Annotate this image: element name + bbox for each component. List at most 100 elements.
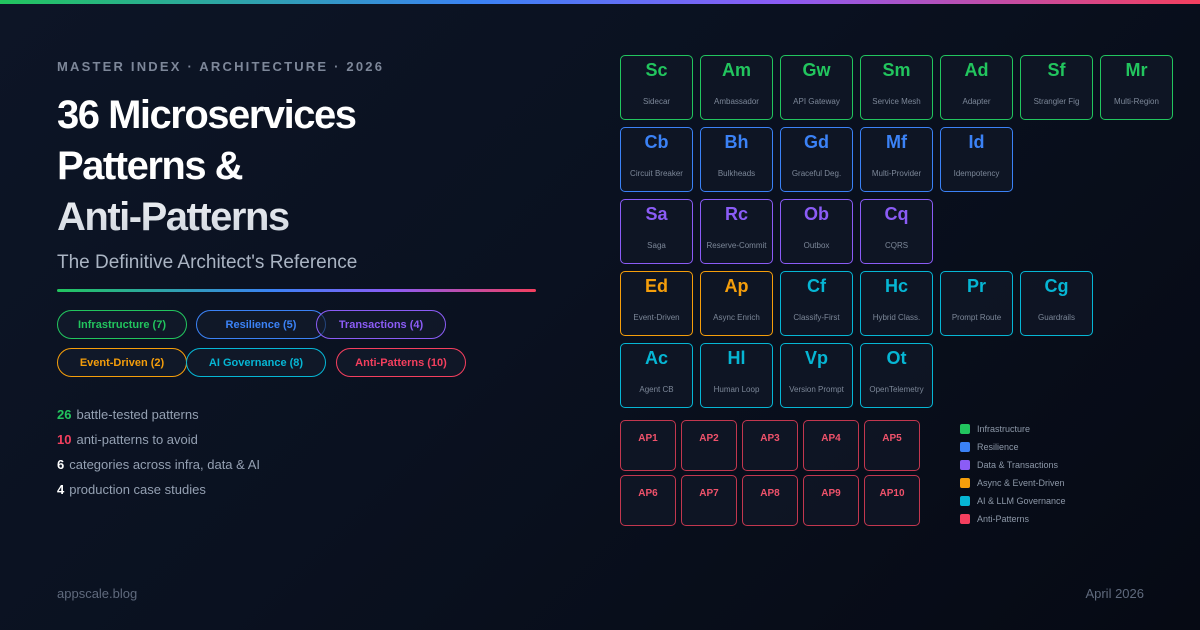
pattern-symbol: Vp (804, 348, 828, 368)
page-title: 36 Microservices Patterns & Anti-Pattern… (57, 90, 537, 243)
pattern-tile: Vp Version Prompt (780, 343, 853, 408)
anti-pattern-tile: AP10 (864, 475, 920, 526)
pattern-tile: Cf Classify-First (780, 271, 853, 336)
pattern-name: Saga (647, 241, 666, 250)
stat-number: 10 (57, 432, 72, 447)
pattern-symbol: Am (721, 60, 751, 80)
pattern-name: Prompt Route (951, 313, 1002, 322)
category-pill: Transactions (4) (316, 310, 446, 339)
pattern-name: Guardrails (1038, 313, 1075, 322)
pattern-name: Reserve-Commit (706, 241, 767, 250)
stat-item: 26 battle-tested patterns (57, 406, 260, 431)
legend-item: Anti-Patterns (960, 510, 1066, 528)
legend-swatch (960, 460, 970, 470)
stats-list: 26 battle-tested patterns 10 anti-patterns… (57, 406, 260, 506)
pattern-name: Multi-Provider (871, 169, 922, 178)
category-pill: Infrastructure (7) (57, 310, 187, 339)
pattern-symbol: Ac (644, 348, 668, 368)
pattern-name: Multi-Region (1114, 97, 1159, 106)
eyebrow-label: MASTER INDEX · ARCHITECTURE · 2026 (57, 59, 385, 74)
pattern-symbol: Ed (644, 276, 668, 296)
pattern-symbol: Id (968, 132, 985, 152)
stat-item: 4 production case studies (57, 481, 260, 506)
top-gradient-bar (0, 0, 1200, 4)
pattern-symbol: Mf (886, 132, 907, 152)
legend-label: Anti-Patterns (977, 514, 1030, 524)
pattern-symbol: Pr (966, 276, 986, 296)
pattern-tile: Ed Event-Driven (620, 271, 693, 336)
pattern-name: Classify-First (793, 313, 840, 322)
pattern-tile: Ap Async Enrich (700, 271, 773, 336)
anti-pattern-tile: AP9 (803, 475, 859, 526)
anti-pattern-tile: AP6 (620, 475, 676, 526)
pattern-tile: Id Idempotency (940, 127, 1013, 192)
pattern-tile: Hc Hybrid Class. (860, 271, 933, 336)
category-pill: AI Governance (8) (186, 348, 326, 377)
pattern-symbol: Cq (884, 204, 909, 224)
legend-label: Async & Event-Driven (977, 478, 1065, 488)
pattern-name: Graceful Deg. (791, 169, 842, 178)
pattern-name: Async Enrich (713, 313, 760, 322)
pattern-symbol: Gw (802, 60, 831, 80)
pattern-symbol: Ad (964, 60, 989, 80)
legend-item: Infrastructure (960, 420, 1066, 438)
pattern-tile: Sf Strangler Fig (1020, 55, 1093, 120)
anti-pattern-tile: AP8 (742, 475, 798, 526)
title-line: Patterns & (57, 144, 243, 188)
pattern-name: Outbox (803, 241, 830, 250)
pattern-tile: Ob Outbox (780, 199, 853, 264)
pattern-name: API Gateway (793, 97, 840, 106)
pattern-symbol: Cb (644, 132, 669, 152)
pattern-symbol: Sm (882, 60, 911, 80)
category-pill: Event-Driven (2) (57, 348, 187, 377)
pattern-name: Agent CB (639, 385, 674, 394)
legend-item: Data & Transactions (960, 456, 1066, 474)
anti-pattern-tile: AP3 (742, 420, 798, 471)
pattern-symbol: Gd (804, 132, 829, 152)
legend-swatch (960, 496, 970, 506)
pattern-name: Event-Driven (633, 313, 680, 322)
pattern-tile: Ot OpenTelemetry (860, 343, 933, 408)
pattern-name: Human Loop (713, 385, 760, 394)
anti-pattern-tile: AP5 (864, 420, 920, 471)
pattern-tile: Mf Multi-Provider (860, 127, 933, 192)
legend-item: AI & LLM Governance (960, 492, 1066, 510)
subtitle: The Definitive Architect's Reference (57, 252, 358, 273)
anti-pattern-tile: AP7 (681, 475, 737, 526)
pattern-tile: Hl Human Loop (700, 343, 773, 408)
stat-number: 4 (57, 482, 65, 497)
pattern-tile: Sm Service Mesh (860, 55, 933, 120)
pattern-tile: Bh Bulkheads (700, 127, 773, 192)
stat-number: 26 (57, 407, 72, 422)
legend-swatch (960, 442, 970, 452)
pattern-tile: Gd Graceful Deg. (780, 127, 853, 192)
pattern-tile: Sa Saga (620, 199, 693, 264)
pattern-name: Bulkheads (717, 169, 756, 178)
pattern-name: Sidecar (642, 97, 671, 106)
stat-text: categories across infra, data & AI (69, 457, 261, 472)
pattern-symbol: Bh (724, 132, 749, 152)
legend-item: Async & Event-Driven (960, 474, 1066, 492)
category-pill: Anti-Patterns (10) (336, 348, 466, 377)
pattern-name: Ambassador (714, 97, 759, 106)
pattern-tile: Ad Adapter (940, 55, 1013, 120)
pattern-tile: Rc Reserve-Commit (700, 199, 773, 264)
stat-text: production case studies (69, 482, 206, 497)
pattern-tile: Ac Agent CB (620, 343, 693, 408)
pattern-name: Hybrid Class. (872, 313, 921, 322)
anti-pattern-tile: AP2 (681, 420, 737, 471)
stat-text: battle-tested patterns (76, 407, 199, 422)
title-line: 36 Microservices (57, 93, 356, 137)
pattern-symbol: Ob (804, 204, 829, 224)
pattern-symbol: Hl (727, 348, 746, 368)
pattern-name: Idempotency (953, 169, 1000, 178)
pattern-tile: Gw API Gateway (780, 55, 853, 120)
pattern-name: Adapter (962, 97, 991, 106)
pattern-tile: Cb Circuit Breaker (620, 127, 693, 192)
pattern-symbol: Cf (807, 276, 826, 296)
pattern-symbol: Mr (1125, 60, 1148, 80)
legend-swatch (960, 514, 970, 524)
pattern-symbol: Hc (884, 276, 908, 296)
pattern-symbol: Ap (724, 276, 749, 296)
pattern-tile: Sc Sidecar (620, 55, 693, 120)
